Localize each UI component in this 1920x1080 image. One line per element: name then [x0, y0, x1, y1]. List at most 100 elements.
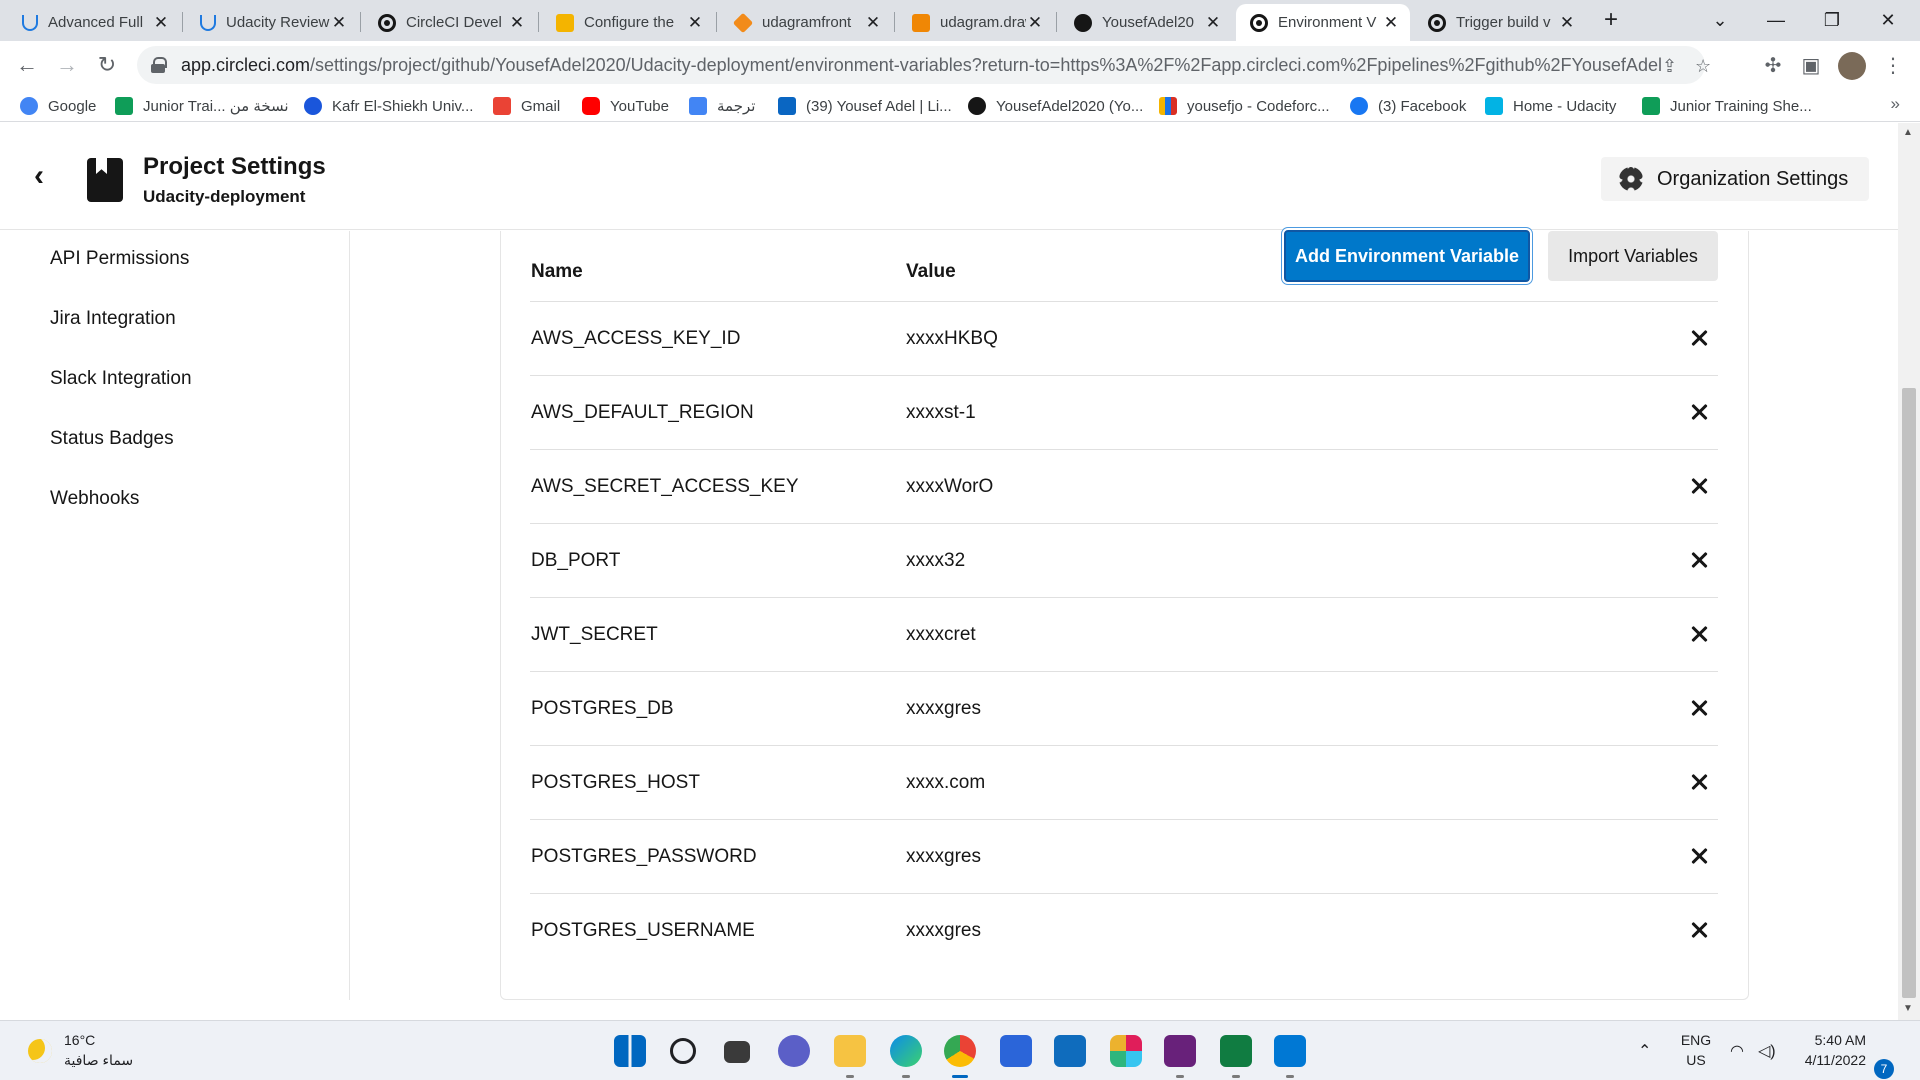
new-tab-button[interactable]: + [1596, 6, 1626, 36]
file-explorer-icon[interactable] [834, 1035, 866, 1078]
forward-icon[interactable]: → [50, 49, 84, 83]
bookmark-item[interactable]: (39) Yousef Adel | Li... [778, 94, 952, 118]
delete-variable-icon[interactable] [1685, 619, 1715, 649]
bookmark-item[interactable]: YousefAdel2020 (Yo... [968, 94, 1143, 118]
sidebar-item-jira-integration[interactable]: Jira Integration [50, 308, 176, 330]
browser-tab[interactable]: YousefAdel20 ✕ [1060, 4, 1232, 41]
project-name: Udacity-deployment [143, 187, 306, 206]
bookmark-item[interactable]: Junior Training She... [1642, 94, 1812, 118]
notification-badge[interactable]: 7 [1874, 1059, 1894, 1079]
sidebar-item-slack-integration[interactable]: Slack Integration [50, 368, 192, 390]
browser-tab[interactable]: Trigger build v ✕ [1414, 4, 1586, 41]
delete-variable-icon[interactable] [1685, 841, 1715, 871]
url-host: app.circleci.com [181, 54, 311, 75]
delete-variable-icon[interactable] [1685, 915, 1715, 945]
side-panel-icon[interactable]: ▣ [1798, 53, 1824, 79]
browser-tab[interactable]: udagram.draw ✕ [898, 4, 1054, 41]
close-icon[interactable]: ✕ [1026, 13, 1044, 33]
add-environment-variable-button[interactable]: Add Environment Variable [1284, 230, 1530, 282]
minimize-button[interactable]: — [1748, 0, 1804, 41]
clock-date[interactable]: 4/11/2022 [1796, 1052, 1866, 1068]
visual-studio-icon[interactable] [1164, 1035, 1196, 1078]
scroll-down-icon[interactable]: ▼ [1903, 1003, 1913, 1014]
task-view-icon[interactable] [724, 1041, 750, 1063]
scroll-up-icon[interactable]: ▲ [1903, 127, 1913, 138]
teams-chat-icon[interactable] [778, 1035, 810, 1067]
edge-icon[interactable] [890, 1035, 922, 1078]
close-icon[interactable]: ✕ [1558, 13, 1576, 33]
back-chevron-icon[interactable]: ‹ [34, 161, 58, 193]
url-text[interactable]: app.circleci.com/settings/project/github… [181, 55, 1661, 76]
restore-button[interactable]: ❐ [1804, 0, 1860, 41]
weather-description[interactable]: سماء صافية [64, 1052, 133, 1069]
address-bar[interactable]: app.circleci.com/settings/project/github… [137, 46, 1711, 84]
weather-temperature[interactable]: 16°C [64, 1032, 95, 1048]
sidebar-item-webhooks[interactable]: Webhooks [50, 488, 139, 510]
close-icon[interactable]: ✕ [508, 13, 526, 33]
close-window-button[interactable]: ✕ [1860, 0, 1916, 41]
close-icon[interactable]: ✕ [864, 13, 882, 33]
variable-value: xxxx32 [906, 550, 966, 571]
browser-tab-active[interactable]: Environment V ✕ [1236, 4, 1410, 41]
extensions-icon[interactable]: ✣ [1760, 53, 1786, 79]
organization-settings-button[interactable]: Organization Settings [1601, 157, 1869, 201]
menu-icon[interactable]: ⋮ [1880, 53, 1906, 79]
close-icon[interactable]: ✕ [152, 13, 170, 33]
bookmark-item[interactable]: Gmail [493, 94, 560, 118]
excel-icon[interactable] [1220, 1035, 1252, 1078]
browser-tab[interactable]: Configure the ✕ [542, 4, 714, 41]
page-scrollbar[interactable]: ▲ ▼ [1898, 123, 1920, 1020]
delete-variable-icon[interactable] [1685, 471, 1715, 501]
vscode-icon[interactable] [1274, 1035, 1306, 1078]
browser-tab[interactable]: Advanced Full ✕ [8, 4, 180, 41]
close-icon[interactable]: ✕ [330, 13, 348, 33]
back-icon[interactable]: ← [10, 49, 44, 83]
bookmark-item[interactable]: Google [20, 94, 96, 118]
moon-weather-icon[interactable] [28, 1039, 52, 1063]
language-indicator-bottom[interactable]: US [1676, 1052, 1716, 1068]
lock-icon[interactable] [151, 57, 167, 73]
bookmark-item[interactable]: Home - Udacity [1485, 94, 1616, 118]
delete-variable-icon[interactable] [1685, 693, 1715, 723]
table-row: AWS_SECRET_ACCESS_KEY xxxxWorO [530, 450, 1718, 524]
sidebar-item-api-permissions[interactable]: API Permissions [50, 248, 189, 270]
wifi-icon[interactable]: ◠ [1730, 1041, 1744, 1061]
bookmark-item[interactable]: yousefjo - Codeforc... [1159, 94, 1330, 118]
bookmarks-overflow-button[interactable]: » [1891, 94, 1900, 114]
delete-variable-icon[interactable] [1685, 397, 1715, 427]
browser-tab[interactable]: CircleCI Devel ✕ [364, 4, 536, 41]
chevron-up-icon[interactable]: ⌃ [1638, 1041, 1651, 1061]
browser-tab[interactable]: Udacity Review ✕ [186, 4, 358, 41]
mail-icon[interactable] [1054, 1035, 1086, 1067]
bookmark-item[interactable]: (3) Facebook [1350, 94, 1466, 118]
delete-variable-icon[interactable] [1685, 545, 1715, 575]
star-icon[interactable]: ☆ [1695, 56, 1711, 77]
language-indicator-top[interactable]: ENG [1676, 1032, 1716, 1048]
bookmark-item[interactable]: ترجمة [689, 94, 755, 118]
table-row: POSTGRES_PASSWORD xxxxgres [530, 820, 1718, 894]
bookmark-item[interactable]: Kafr El-Shiekh Univ... [304, 94, 473, 118]
slack-icon[interactable] [1110, 1035, 1142, 1067]
chrome-icon[interactable] [944, 1035, 976, 1078]
delete-variable-icon[interactable] [1685, 323, 1715, 353]
start-icon[interactable] [614, 1035, 646, 1067]
sidebar-item-status-badges[interactable]: Status Badges [50, 428, 174, 450]
search-icon[interactable] [670, 1038, 696, 1064]
reload-icon[interactable]: ↻ [90, 49, 124, 83]
profile-avatar[interactable] [1838, 52, 1866, 80]
store-icon[interactable] [1000, 1035, 1032, 1067]
close-icon[interactable]: ✕ [686, 13, 704, 33]
volume-icon[interactable]: ◁) [1758, 1041, 1776, 1061]
scroll-thumb[interactable] [1902, 388, 1916, 998]
tab-search-icon[interactable]: ⌄ [1692, 0, 1748, 41]
close-icon[interactable]: ✕ [1382, 13, 1400, 33]
bookmark-item[interactable]: YouTube [582, 94, 669, 118]
share-icon[interactable]: ⇪ [1662, 56, 1677, 77]
delete-variable-icon[interactable] [1685, 767, 1715, 797]
bookmark-item[interactable]: Junior Trai... نسخة من [115, 94, 289, 118]
browser-tab[interactable]: udagramfront ✕ [720, 4, 892, 41]
import-variables-button[interactable]: Import Variables [1548, 231, 1718, 281]
bookmark-label: YousefAdel2020 (Yo... [996, 97, 1144, 115]
clock-time[interactable]: 5:40 AM [1796, 1032, 1866, 1048]
close-icon[interactable]: ✕ [1204, 13, 1222, 33]
